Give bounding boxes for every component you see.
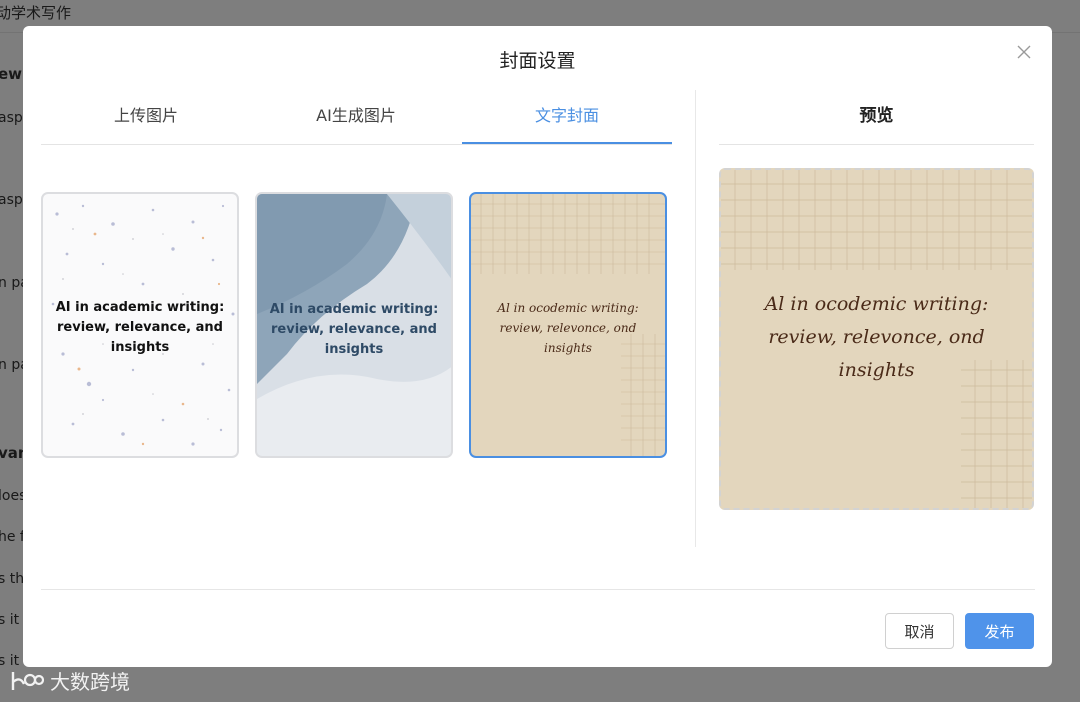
watermark-text: 大数跨境 [50, 670, 130, 694]
dialog-title: 封面设置 [499, 50, 576, 72]
template-card-text: AI in academic writing: review, relevanc… [269, 302, 439, 357]
tab-upload-image[interactable]: 上传图片 [41, 90, 251, 142]
tab-ai-image[interactable]: AI生成图片 [251, 90, 461, 142]
panel-divider [695, 90, 696, 547]
cancel-button[interactable]: 取消 [885, 613, 954, 649]
template-card-text: Al in ocodemic writing: review, relevonc… [497, 301, 639, 355]
preview-title: 预览 [719, 90, 1034, 145]
watermark: 大数跨境 [10, 666, 130, 695]
watermark-logo-icon [11, 671, 44, 690]
cover-preview: Al in ocodemic writing: review, relevonc… [719, 168, 1034, 510]
template-card-vintage-paper[interactable]: Al in ocodemic writing: review, relevonc… [469, 192, 667, 458]
cover-settings-dialog: 封面设置 上传图片 AI生成图片 文字封面 AI in academic wri… [23, 26, 1052, 667]
publish-button[interactable]: 发布 [965, 613, 1034, 649]
close-icon[interactable] [1014, 42, 1034, 62]
tab-text-cover[interactable]: 文字封面 [462, 90, 672, 144]
cover-source-tabs: 上传图片 AI生成图片 文字封面 [41, 90, 672, 145]
preview-cover-text: Al in ocodemic writing: review, relevonc… [764, 293, 989, 381]
template-card-text: AI in academic writing: review, relevanc… [55, 300, 225, 355]
footer-divider [41, 589, 1035, 590]
template-card-watercolor[interactable]: AI in academic writing: review, relevanc… [255, 192, 453, 458]
template-card-terrazzo[interactable]: AI in academic writing: review, relevanc… [41, 192, 239, 458]
